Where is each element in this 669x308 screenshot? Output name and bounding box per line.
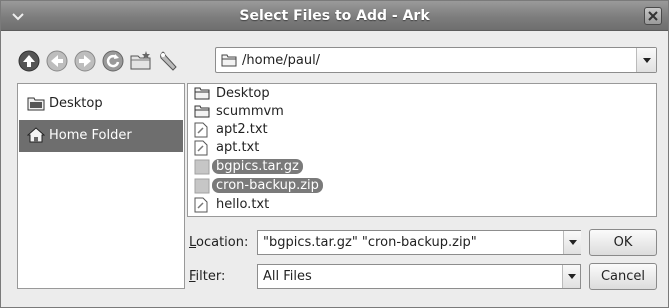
title-bar[interactable]: Select Files to Add - Ark (1, 1, 668, 31)
file-name: Desktop (216, 86, 270, 101)
folder-icon (194, 105, 210, 118)
back-button[interactable] (45, 49, 69, 73)
file-name: hello.txt (216, 197, 270, 212)
place-desktop[interactable]: Desktop (19, 88, 183, 120)
file-list[interactable]: Desktop scummvm apt2.txt apt.txt bgpics.… (187, 83, 657, 217)
text-file-icon (194, 197, 208, 213)
filter-select[interactable]: All Files (257, 264, 581, 289)
file-name: apt.txt (216, 140, 260, 155)
file-name: apt2.txt (216, 122, 268, 137)
cancel-button[interactable]: Cancel (589, 263, 657, 290)
location-input-value: "bgpics.tar.gz" "cron-backup.zip" (263, 235, 477, 250)
window-title: Select Files to Add - Ark (239, 8, 430, 24)
chevron-down-icon (643, 58, 651, 63)
chevron-down-icon (569, 240, 577, 245)
path-combo[interactable]: /home/paul/ (215, 47, 657, 73)
close-button[interactable] (644, 7, 662, 25)
up-icon (18, 50, 40, 72)
cancel-button-label: Cancel (600, 269, 646, 284)
ok-button-label: OK (613, 235, 633, 250)
text-file-icon (194, 122, 208, 138)
file-dialog-window: Select Files to Add - Ark /home/paul/ De… (0, 0, 669, 308)
file-name: bgpics.tar.gz (212, 159, 303, 174)
back-icon (46, 50, 68, 72)
filter-dropdown-button[interactable] (562, 265, 580, 288)
archive-icon (194, 159, 210, 175)
place-home-folder[interactable]: Home Folder (19, 120, 183, 152)
location-label: Location: (189, 235, 249, 250)
places-panel: Desktop Home Folder (17, 83, 185, 289)
file-name: scummvm (216, 104, 284, 119)
up-button[interactable] (17, 49, 41, 73)
chevron-down-icon (568, 274, 576, 279)
forward-icon (74, 50, 96, 72)
new-folder-button[interactable] (129, 49, 153, 73)
place-label: Desktop (49, 96, 103, 111)
path-dropdown-button[interactable] (636, 48, 656, 72)
home-icon (27, 127, 45, 143)
folder-icon (221, 54, 237, 67)
file-name: cron-backup.zip (212, 178, 323, 193)
ok-button[interactable]: OK (589, 229, 657, 256)
filter-select-value: All Files (263, 269, 312, 284)
reload-icon (102, 50, 124, 72)
wrench-icon (160, 51, 177, 71)
folder-icon (194, 87, 210, 100)
new-folder-icon (130, 51, 151, 70)
text-file-icon (194, 140, 208, 156)
desktop-icon (27, 97, 45, 111)
location-input[interactable]: "bgpics.tar.gz" "cron-backup.zip" (257, 230, 581, 255)
filter-label: Filter: (189, 269, 226, 284)
reload-button[interactable] (101, 49, 125, 73)
forward-button[interactable] (73, 49, 97, 73)
archive-icon (194, 178, 210, 194)
place-label: Home Folder (49, 128, 132, 143)
close-icon (648, 11, 658, 21)
options-button[interactable] (157, 49, 181, 73)
location-dropdown-button[interactable] (563, 231, 581, 254)
path-text: /home/paul/ (242, 53, 321, 68)
